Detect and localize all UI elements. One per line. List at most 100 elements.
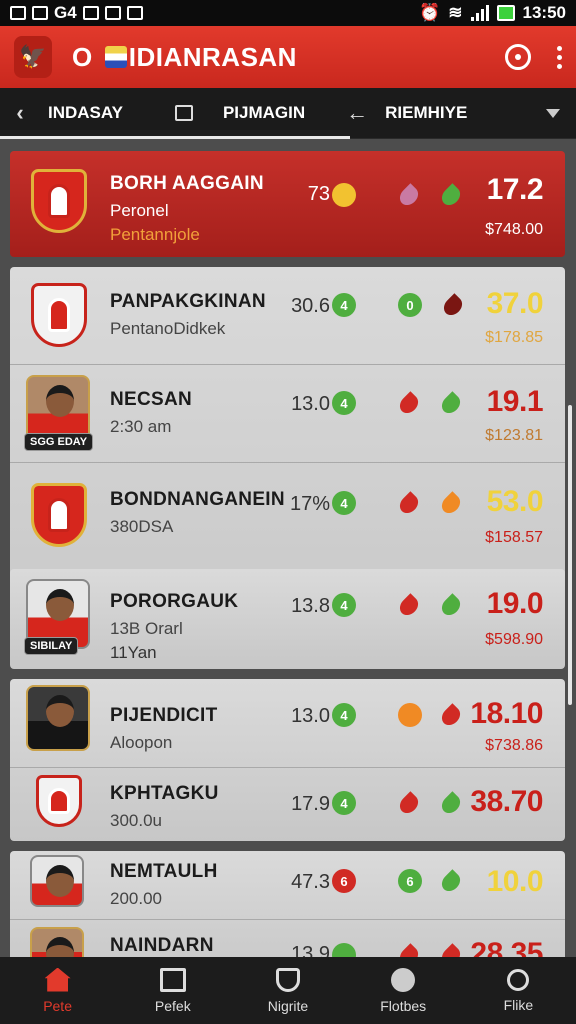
player-detail: 300.0u <box>110 811 162 830</box>
shield-heart-icon <box>276 967 300 992</box>
player-row[interactable]: NAINDARN 13.9 28.35 <box>10 921 565 957</box>
player-score: 18.10 <box>470 697 543 730</box>
refresh-button[interactable] <box>505 44 531 70</box>
tab-indasay[interactable]: INDASAY <box>40 103 131 123</box>
player-name: NAINDARN <box>110 935 214 956</box>
chevron-down-icon[interactable] <box>546 108 560 118</box>
player-row[interactable]: SGG EDAY NECSAN 2:30 am 13.0 4 19.1 $123… <box>10 365 565 461</box>
player-score: 37.0 <box>486 287 544 320</box>
player-portrait-icon <box>30 927 84 957</box>
flag-mark-icon <box>104 46 127 68</box>
player-stat: 13.9 <box>291 943 330 957</box>
nav-label: Flotbes <box>380 997 427 1014</box>
player-card[interactable]: SIBILAY PORORGAUK 13B Orarl 11Yan 13.8 4… <box>10 569 565 669</box>
green-badge-icon: 4 <box>332 703 356 727</box>
green-badge-icon: 4 <box>332 791 356 815</box>
player-row[interactable]: BONDNANGANEIN 380DSA 17% 4 53.0 $158.57 <box>10 467 565 563</box>
gear-icon <box>391 967 416 992</box>
player-price: $598.90 <box>485 631 543 648</box>
player-stat: 30.6 <box>291 295 330 317</box>
green-badge-icon: 4 <box>332 593 356 617</box>
alarm-icon: ⏰ <box>419 3 441 22</box>
player-detail: 380DSA <box>110 517 174 536</box>
tab-bar: ‹ INDASAY PIJMAGIN ← RIEMHIYE <box>0 88 576 138</box>
player-list[interactable]: BORH AAGGAIN Peronel Pentannjole 73 17.2… <box>0 139 576 957</box>
message-notification-icon <box>32 6 48 20</box>
red-drop-icon <box>396 491 422 517</box>
player-detail-secondary: Pentannjole <box>110 225 200 244</box>
player-stat: 13.8 <box>291 595 330 617</box>
search-icon <box>507 968 530 991</box>
player-detail: Peronel <box>110 201 169 220</box>
green-drop-icon <box>438 183 464 209</box>
yellow-badge-icon <box>332 183 356 207</box>
player-name: BORH AAGGAIN <box>110 173 264 194</box>
player-detail-secondary: 11Yan <box>110 643 157 662</box>
row-divider <box>10 767 565 768</box>
scrollbar[interactable] <box>568 405 572 705</box>
team-crest-icon <box>22 277 96 353</box>
nav-messages[interactable]: Pefek <box>115 957 230 1024</box>
team-crest-icon <box>22 163 96 239</box>
player-tag: SIBILAY <box>24 637 79 655</box>
red-drop-icon <box>396 943 422 957</box>
player-detail: Aloopon <box>110 733 173 752</box>
mail-notification-icon <box>10 6 26 20</box>
player-name: PIJENDICIT <box>110 705 218 726</box>
player-row[interactable]: PIJENDICIT Aloopon 13.0 4 18.10 $738.86 <box>10 679 565 765</box>
app-title-prefix: O <box>72 41 93 72</box>
featured-player-card[interactable]: BORH AAGGAIN Peronel Pentannjole 73 17.2… <box>10 151 565 257</box>
player-detail: 2:30 am <box>110 417 172 436</box>
player-detail: 13B Orarl <box>110 619 183 638</box>
nav-home[interactable]: Pete <box>0 957 115 1024</box>
player-name: PORORGAUK <box>110 591 239 612</box>
image-notification-icon <box>104 6 121 20</box>
more-options-button[interactable] <box>557 45 562 69</box>
player-stat: 13.0 <box>291 705 330 727</box>
tab-back-arrow-icon[interactable]: ← <box>337 100 377 126</box>
player-price: $178.85 <box>485 329 543 346</box>
player-score: 53.0 <box>486 485 544 518</box>
player-detail: PentanoDidkek <box>110 319 226 338</box>
nav-search[interactable]: Flike <box>461 957 576 1024</box>
pink-drop-icon <box>396 183 422 209</box>
tab-prev-arrow-icon[interactable]: ‹ <box>0 100 40 126</box>
player-group-card: NEMTAULH 200.00 47.3 6 6 10.0 NAINDARN 1… <box>10 851 565 957</box>
team-crest-icon <box>22 771 96 831</box>
nav-label: Pete <box>43 997 72 1014</box>
nav-label: Nigrite <box>267 997 309 1014</box>
player-row[interactable]: NEMTAULH 200.00 47.3 6 6 10.0 <box>10 851 565 917</box>
mail-icon <box>159 967 186 992</box>
player-stat: 17.9 <box>291 793 330 815</box>
player-stat: 73 <box>307 183 330 205</box>
orange-drop-icon <box>438 491 464 517</box>
green-badge-icon: 0 <box>398 293 422 317</box>
tab-calendar-icon[interactable] <box>174 105 193 121</box>
player-group-card: PIJENDICIT Aloopon 13.0 4 18.10 $738.86 … <box>10 679 565 841</box>
app-title: O IDIANRASAN <box>72 42 297 73</box>
player-score: 17.2 <box>486 173 544 206</box>
refresh-icon <box>515 54 521 60</box>
player-stat: 13.0 <box>291 393 330 415</box>
player-price: $748.00 <box>485 221 543 238</box>
green-badge-icon: 4 <box>332 391 356 415</box>
player-stat: 47.3 <box>291 871 330 893</box>
green-drop-icon <box>438 391 464 417</box>
close-notification-icon <box>82 6 99 20</box>
green-drop-icon <box>438 869 464 895</box>
player-row[interactable]: PANPAKGKINAN PentanoDidkek 30.6 4 0 37.0… <box>10 267 565 363</box>
player-name: NEMTAULH <box>110 861 218 882</box>
nav-favorites[interactable]: Nigrite <box>230 957 345 1024</box>
status-time: 13:50 <box>522 3 566 22</box>
tab-pijmagin[interactable]: PIJMAGIN <box>215 103 313 123</box>
red-drop-icon <box>438 703 464 729</box>
nav-settings[interactable]: Flotbes <box>346 957 461 1024</box>
status-left-text: G4 <box>54 3 77 22</box>
red-badge-icon: 6 <box>332 869 356 893</box>
player-price: $123.81 <box>485 427 543 444</box>
tab-riemhiye[interactable]: RIEMHIYE <box>377 103 475 123</box>
bottom-navigation: Pete Pefek Nigrite Flotbes Flike <box>0 957 576 1024</box>
player-price: $738.86 <box>485 737 543 754</box>
player-row[interactable]: KPHTAGKU 300.0u 17.9 4 38.70 <box>10 769 565 841</box>
nav-label: Pefek <box>154 997 191 1014</box>
